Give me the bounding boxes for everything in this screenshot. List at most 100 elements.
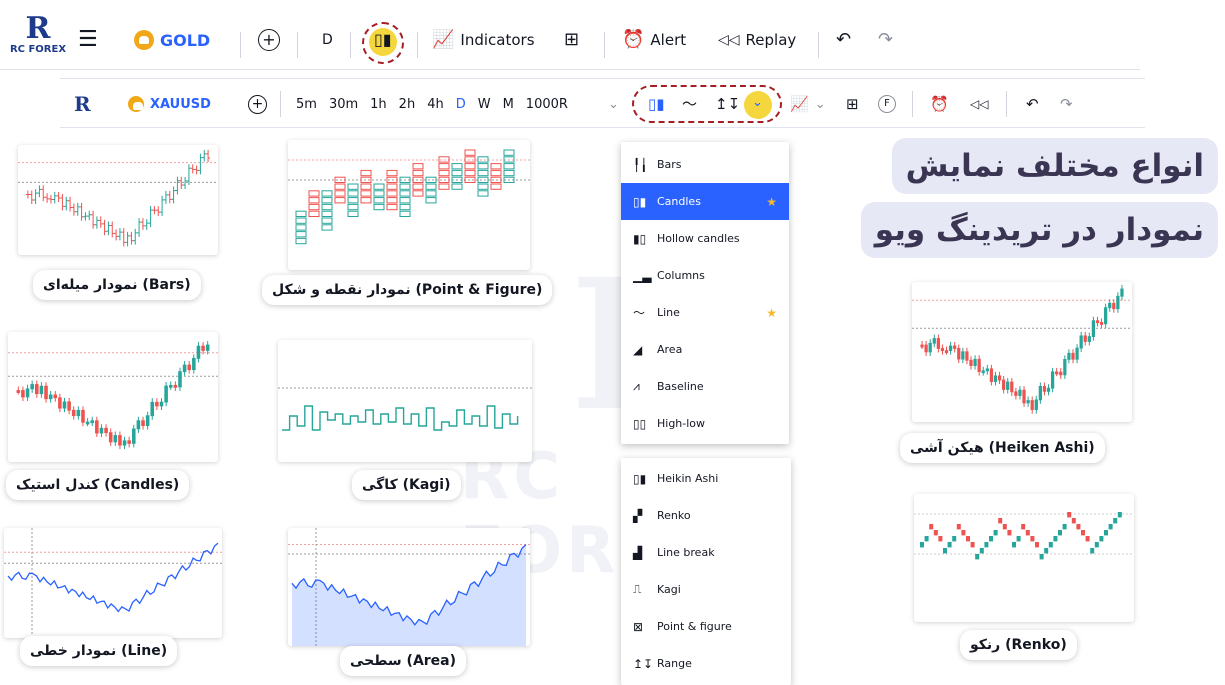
renko-brick [975, 554, 980, 560]
timeframe-dropdown-button[interactable]: ⌄ [608, 93, 619, 115]
candle-body [118, 435, 122, 446]
renko-brick [1071, 518, 1076, 524]
renko-brick [952, 536, 957, 542]
chart-types-dropdown-button[interactable]: ⌄ [744, 91, 772, 119]
pf-box [334, 183, 346, 190]
timeframe-w[interactable]: W [478, 97, 491, 112]
candles-chart-preview [8, 332, 218, 462]
candle-body [81, 409, 85, 423]
title-line-2: نمودار در تریدینگ ویو [860, 202, 1218, 258]
interval-button[interactable]: D [322, 27, 333, 53]
fundamentals-button[interactable]: F [878, 93, 896, 115]
pf-box [308, 203, 320, 211]
menu-item-kagi[interactable]: ⎍ Kagi [621, 571, 791, 608]
candle-body [39, 385, 44, 395]
renko-brick [1002, 524, 1007, 530]
timeframe-5m[interactable]: 5m [296, 97, 317, 112]
candle-body [953, 345, 957, 349]
candle-body [1063, 358, 1067, 376]
undo-button-2[interactable]: ↶ [1026, 93, 1039, 115]
compare-symbol-button[interactable]: + [258, 27, 280, 53]
renko-brick [933, 530, 938, 536]
kagi-line [282, 405, 519, 431]
menu-item-heikin-ashi[interactable]: ▯▮ Heikin Ashi [621, 460, 791, 497]
redo-button[interactable]: ↷ [878, 27, 893, 53]
line-chart-button[interactable]: 〜 [682, 93, 697, 115]
candle-body [1116, 295, 1120, 310]
menu-item-line-break[interactable]: ▟ Line break [621, 534, 791, 571]
candle-body [1099, 322, 1104, 325]
renko-brick [1067, 512, 1072, 518]
pf-box [295, 237, 307, 245]
candles-icon: ▯▮ [633, 194, 647, 209]
pf-box [477, 183, 489, 190]
line-chart-preview [4, 528, 222, 638]
menu-item-bars[interactable]: ╿╽ Bars [621, 146, 789, 183]
menu-item-candles[interactable]: ▯▮ Candles ★ [621, 183, 789, 220]
menu-item-range[interactable]: ↥↧ Range [621, 645, 791, 682]
replay-button-2[interactable]: ◁◁ [970, 93, 988, 115]
kagi-icon: ⎍ [633, 582, 642, 596]
menu-item-area[interactable]: ◢ Area [621, 331, 789, 368]
pf-box [425, 190, 437, 197]
alert-button-2[interactable]: ⏰ [930, 93, 949, 115]
candle-body [977, 358, 981, 373]
timeframe-d[interactable]: D [456, 97, 466, 112]
timeframe-4h[interactable]: 4h [427, 97, 444, 112]
candle-body [985, 368, 989, 372]
area-chart-svg [288, 528, 530, 646]
range-chart-button[interactable]: ↥↧ [715, 93, 740, 115]
undo-button[interactable]: ↶ [836, 27, 851, 53]
line-icon: 〜 [682, 94, 698, 113]
renko-brick [956, 524, 961, 530]
menu-item-label: Hollow candles [657, 232, 740, 245]
indicators-button-2[interactable]: 📈 ⌄ [790, 93, 826, 115]
compare-symbol-button-2[interactable]: + [248, 93, 267, 115]
rewind-icon: ◁◁ [970, 97, 989, 111]
menu-item-renko[interactable]: ▞ Renko [621, 497, 791, 534]
menu-item-point-figure[interactable]: ⊠ Point & figure [621, 608, 791, 645]
chart-type-menu: ╿╽ Bars ▯▮ Candles ★ ▮▯ Hollow candles ▁▃ Column… [621, 142, 789, 444]
renko-brick [993, 530, 998, 536]
candle-body [1006, 381, 1010, 390]
hamburger-menu-button[interactable]: ☰ [78, 27, 98, 53]
pf-box [399, 203, 411, 211]
menu-item-columns[interactable]: ▁▃ Columns [621, 257, 789, 294]
candle-body [1091, 320, 1096, 338]
timeframe-1000r[interactable]: 1000R [526, 97, 568, 112]
layout-grid-icon: ⊞ [846, 94, 859, 113]
chart-type-button[interactable]: ▯▮ [374, 27, 392, 53]
timeframe-2h[interactable]: 2h [399, 97, 416, 112]
timeframe-1h[interactable]: 1h [370, 97, 387, 112]
favorite-star-icon[interactable]: ★ [766, 195, 777, 209]
menu-item-baseline[interactable]: ⩘ Baseline [621, 368, 789, 405]
pf-box [360, 197, 372, 204]
caption-heikin-ashi: هیکن آشی (Heiken Ashi) [900, 433, 1105, 463]
alert-button[interactable]: ⏰ Alert [622, 27, 686, 53]
templates-button-2[interactable]: ⊞ [846, 93, 859, 115]
menu-item-hollow-candles[interactable]: ▮▯ Hollow candles [621, 220, 789, 257]
templates-button[interactable]: ⊞ [564, 27, 579, 53]
symbol-search-button[interactable]: GOLD [134, 27, 210, 53]
candle-body [99, 427, 104, 434]
symbol-search-button-2[interactable]: XAUUSD [128, 93, 211, 115]
redo-icon: ↷ [878, 29, 894, 50]
favorite-star-icon[interactable]: ★ [766, 306, 777, 320]
candle-body [127, 440, 131, 444]
replay-button[interactable]: ◁◁ Replay [718, 27, 796, 53]
timeframe-m[interactable]: M [503, 97, 514, 112]
pf-box [490, 163, 502, 170]
pf-box [308, 210, 320, 217]
menu-item-line[interactable]: 〜 Line ★ [621, 294, 789, 331]
toolbar-divider [604, 32, 605, 58]
timeframe-30m[interactable]: 30m [329, 97, 358, 112]
indicators-button[interactable]: 📈 Indicators [432, 27, 535, 53]
candle-body [1095, 320, 1100, 324]
menu-item-high-low[interactable]: ▯▯ High-low [621, 405, 789, 442]
candle-body [940, 348, 945, 351]
pf-box [438, 169, 450, 177]
redo-button-2[interactable]: ↷ [1060, 93, 1073, 115]
candles-chart-button[interactable]: ▯▮ [648, 93, 665, 115]
logo-small-icon: R [74, 92, 91, 116]
candle-body [192, 357, 196, 371]
